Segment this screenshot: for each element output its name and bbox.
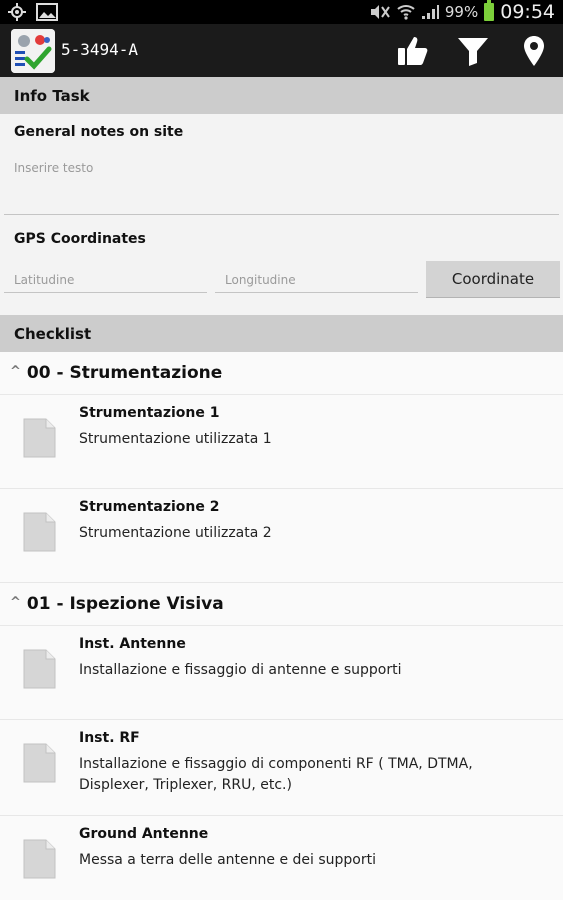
clock: 09:54 — [500, 1, 555, 23]
thumbs-up-icon[interactable] — [396, 34, 430, 68]
list-item[interactable]: Inst. RF Installazione e fissaggio di co… — [0, 720, 563, 816]
latitude-input[interactable] — [4, 266, 207, 294]
list-item[interactable]: Inst. Antenne Installazione e fissaggio … — [0, 626, 563, 720]
document-icon — [23, 512, 56, 552]
latitude-underline — [4, 292, 207, 293]
item-title: Strumentazione 1 — [79, 405, 220, 421]
document-icon — [23, 839, 56, 879]
longitude-underline — [215, 292, 418, 293]
checklist-header: Checklist — [0, 315, 563, 352]
action-bar: 5-3494-A — [0, 24, 563, 77]
wifi-icon — [397, 5, 415, 20]
longitude-input[interactable] — [215, 266, 418, 294]
item-title: Inst. RF — [79, 730, 140, 746]
item-description: Strumentazione utilizzata 1 — [79, 431, 272, 447]
item-title: Ground Antenne — [79, 826, 209, 842]
filter-icon[interactable] — [456, 34, 490, 68]
gps-icon — [8, 3, 26, 21]
signal-icon — [421, 5, 439, 19]
item-description: Messa a terra delle antenne e dei suppor… — [79, 852, 376, 868]
list-item[interactable]: Strumentazione 1 Strumentazione utilizza… — [0, 395, 563, 489]
task-title: 5-3494-A — [61, 40, 139, 59]
info-task-header: Info Task — [0, 77, 563, 114]
general-notes-label: General notes on site — [14, 124, 184, 140]
mute-icon — [370, 5, 390, 19]
location-pin-icon[interactable] — [517, 34, 551, 68]
coordinate-button[interactable]: Coordinate — [426, 261, 560, 298]
group-header[interactable]: ^ 01 - Ispezione Visiva — [0, 583, 563, 626]
chevron-up-icon: ^ — [10, 363, 21, 379]
group-header[interactable]: ^ 00 - Strumentazione — [0, 352, 563, 395]
list-item[interactable]: Ground Antenne Messa a terra delle anten… — [0, 816, 563, 900]
status-bar: 99% 09:54 — [0, 0, 563, 24]
document-icon — [23, 649, 56, 689]
item-description: Strumentazione utilizzata 2 — [79, 525, 272, 541]
document-icon — [23, 743, 56, 783]
image-icon — [36, 3, 58, 21]
item-title: Strumentazione 2 — [79, 499, 220, 515]
document-icon — [23, 418, 56, 458]
gps-coordinates-label: GPS Coordinates — [14, 231, 146, 247]
chevron-up-icon: ^ — [10, 594, 21, 610]
list-item[interactable]: Strumentazione 2 Strumentazione utilizza… — [0, 489, 563, 583]
notes-underline — [4, 214, 559, 215]
item-description: Installazione e fissaggio di componenti … — [79, 756, 473, 793]
group-title: 00 - Strumentazione — [26, 363, 223, 383]
general-notes-input[interactable] — [4, 154, 559, 182]
battery-percent: 99% — [444, 3, 479, 21]
app-logo-icon[interactable] — [11, 29, 55, 73]
item-description: Installazione e fissaggio di antenne e s… — [79, 662, 402, 678]
group-title: 01 - Ispezione Visiva — [26, 594, 224, 614]
item-title: Inst. Antenne — [79, 636, 186, 652]
checklist-list[interactable]: ^ 00 - Strumentazione Strumentazione 1 S… — [0, 352, 563, 900]
battery-icon — [484, 0, 495, 21]
